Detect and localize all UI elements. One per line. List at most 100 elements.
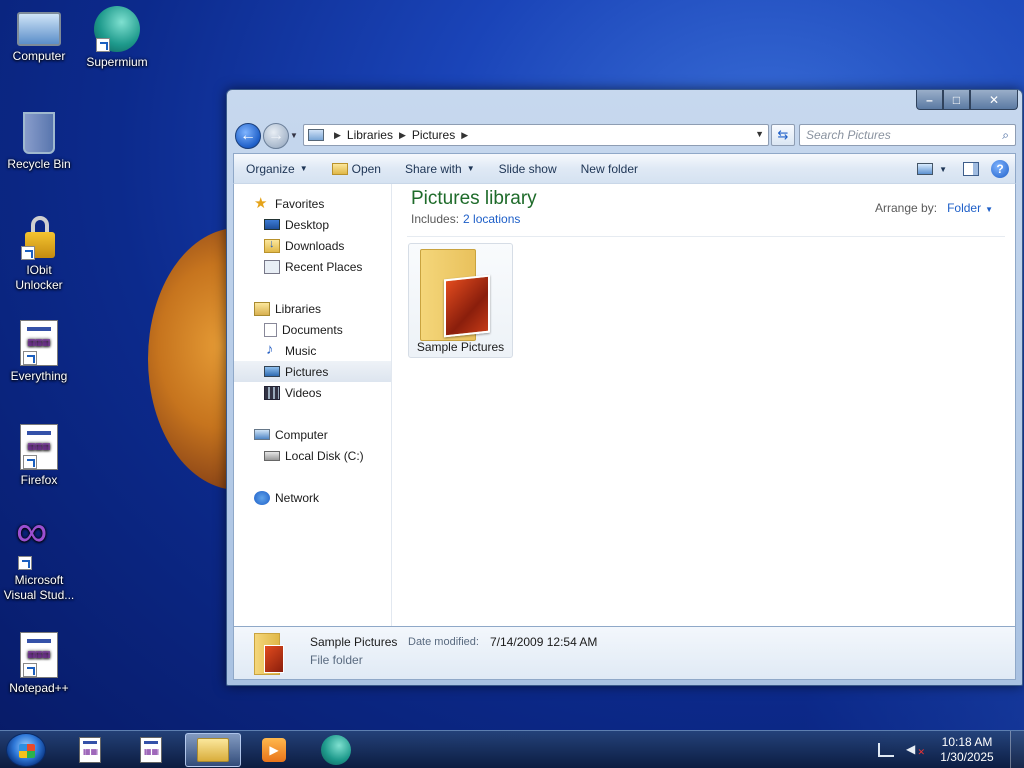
nav-computer[interactable]: Computer: [234, 424, 391, 445]
application-icon: [20, 320, 58, 366]
desktop-icon-label: Firefox: [20, 473, 58, 487]
breadcrumb-pictures[interactable]: Pictures: [412, 128, 455, 142]
desktop-icon-iobit-unlocker[interactable]: IObit Unlocker: [0, 216, 78, 293]
chevron-down-icon: ▼: [299, 164, 308, 173]
command-bar: Organize ▼ Open Share with ▼ Slide show Ne…: [233, 153, 1016, 183]
breadcrumb-libraries[interactable]: Libraries: [347, 128, 393, 142]
supermium-icon: [321, 735, 351, 765]
open-button[interactable]: Open: [320, 157, 393, 181]
start-button[interactable]: [6, 733, 46, 767]
documents-icon: [264, 322, 277, 337]
breadcrumb-chevron-icon[interactable]: ▶: [461, 130, 468, 141]
recent-pages-dropdown[interactable]: ▼: [290, 131, 298, 140]
refresh-icon: ⇆: [777, 127, 789, 142]
forward-button[interactable]: →: [263, 123, 289, 149]
divider: [407, 236, 1005, 237]
recycle-bin-icon: [23, 112, 55, 154]
nav-libraries[interactable]: Libraries: [234, 298, 391, 319]
folder-item-sample-pictures[interactable]: Sample Pictures: [408, 243, 513, 358]
nav-documents[interactable]: Documents: [234, 319, 391, 340]
address-bar[interactable]: ▶ Libraries ▶ Pictures ▶ ▼: [303, 124, 769, 146]
libraries-icon: [254, 301, 270, 316]
close-button[interactable]: ✕: [970, 90, 1018, 110]
help-button[interactable]: ?: [991, 160, 1009, 178]
back-button[interactable]: ←: [235, 123, 261, 149]
desktop-icon-computer[interactable]: Computer: [0, 8, 78, 64]
arrow-right-icon: →: [268, 127, 284, 144]
refresh-button[interactable]: ⇆: [771, 124, 795, 146]
desktop-icon-firefox[interactable]: Firefox: [0, 424, 78, 488]
new-folder-button[interactable]: New folder: [569, 157, 650, 181]
search-input[interactable]: [806, 128, 986, 142]
desktop-icon-recycle-bin[interactable]: Recycle Bin: [0, 112, 78, 172]
show-desktop-button[interactable]: [1010, 731, 1024, 768]
pictures-folder-icon: [254, 633, 286, 675]
downloads-icon: [264, 238, 280, 253]
shortcut-arrow-icon: [21, 246, 35, 260]
unlock-icon: [19, 216, 59, 260]
maximize-button[interactable]: □: [943, 90, 970, 110]
nav-desktop[interactable]: Desktop: [234, 214, 391, 235]
nav-favorites[interactable]: Favorites: [234, 193, 391, 214]
desktop-icon-notepad-plus-plus[interactable]: Notepad++: [0, 632, 78, 696]
nav-videos[interactable]: Videos: [234, 382, 391, 403]
address-dropdown-icon[interactable]: ▼: [755, 129, 764, 139]
supermium-icon: [94, 6, 140, 52]
media-player-icon: ▶: [262, 738, 286, 762]
desktop-icon-visual-studio[interactable]: Microsoft Visual Stud...: [0, 524, 78, 603]
desktop-icon-label: Microsoft Visual Stud...: [3, 573, 75, 602]
library-includes: Includes: 2 locations: [411, 212, 521, 226]
shortcut-arrow-icon: [23, 351, 37, 365]
search-box[interactable]: ⌕: [799, 124, 1016, 146]
file-explorer-icon: [197, 738, 229, 762]
volume-muted-icon[interactable]: [906, 742, 925, 758]
windows-logo-icon: [19, 744, 35, 758]
clock-time: 10:18 AM: [941, 735, 993, 749]
nav-downloads[interactable]: Downloads: [234, 235, 391, 256]
organize-button[interactable]: Organize ▼: [234, 157, 320, 181]
clock[interactable]: 10:18 AM 1/30/2025: [932, 735, 1002, 765]
view-dropdown-icon[interactable]: ▼: [939, 165, 947, 174]
nav-music[interactable]: Music: [234, 340, 391, 361]
pictures-folder-icon: [420, 249, 490, 341]
slide-show-button[interactable]: Slide show: [487, 157, 569, 181]
taskbar: ▶ 10:18 AM 1/30/2025: [0, 730, 1024, 768]
desktop-icon-label: Notepad++: [9, 681, 69, 695]
navigation-pane: Favorites Desktop Downloads Recent Place…: [234, 184, 392, 626]
search-icon[interactable]: ⌕: [1002, 128, 1009, 143]
application-icon: [140, 737, 162, 763]
nav-network[interactable]: Network: [234, 487, 391, 508]
chevron-down-icon: ▼: [466, 164, 475, 173]
taskbar-app-2[interactable]: [123, 733, 179, 767]
nav-local-disk[interactable]: Local Disk (C:): [234, 445, 391, 466]
visual-studio-icon: [16, 524, 62, 570]
chevron-down-icon[interactable]: ▼: [985, 205, 993, 214]
nav-recent-places[interactable]: Recent Places: [234, 256, 391, 277]
taskbar-app-1[interactable]: [62, 733, 118, 767]
nav-pictures[interactable]: Pictures: [234, 361, 391, 382]
taskbar-supermium[interactable]: [308, 733, 364, 767]
command-bar-right: ▼ ?: [911, 154, 1015, 184]
minimize-button[interactable]: –: [916, 90, 943, 110]
taskbar-explorer[interactable]: [185, 733, 241, 767]
change-view-icon[interactable]: [917, 163, 934, 175]
arrow-left-icon: ←: [240, 127, 256, 144]
details-modified-label: Date modified:: [408, 636, 479, 648]
share-with-button[interactable]: Share with ▼: [393, 157, 487, 181]
taskbar-media-player[interactable]: ▶: [246, 733, 302, 767]
breadcrumb-chevron-icon[interactable]: ▶: [399, 130, 406, 141]
folder-open-icon: [331, 162, 348, 175]
desktop-icon-everything[interactable]: Everything: [0, 320, 78, 384]
breadcrumb-chevron-icon[interactable]: ▶: [334, 130, 341, 141]
system-tray: 10:18 AM 1/30/2025: [872, 731, 1024, 768]
desktop-icon-supermium[interactable]: Supermium: [78, 6, 156, 70]
arrange-by-dropdown[interactable]: Folder: [947, 201, 981, 215]
explorer-window: – □ ✕ ← → ▼ ▶ Libraries ▶ Pictures ▶ ▼ ⇆…: [226, 89, 1023, 686]
file-list-pane: Pictures library Includes: 2 locations Ar…: [393, 184, 1015, 626]
library-title: Pictures library: [411, 188, 537, 209]
application-icon: [20, 632, 58, 678]
preview-pane-icon[interactable]: [963, 162, 979, 176]
library-locations-link[interactable]: 2 locations: [463, 212, 520, 226]
navigation-bar: ← → ▼ ▶ Libraries ▶ Pictures ▶ ▼ ⇆ ⌕: [233, 121, 1016, 149]
network-status-icon[interactable]: [878, 743, 894, 757]
